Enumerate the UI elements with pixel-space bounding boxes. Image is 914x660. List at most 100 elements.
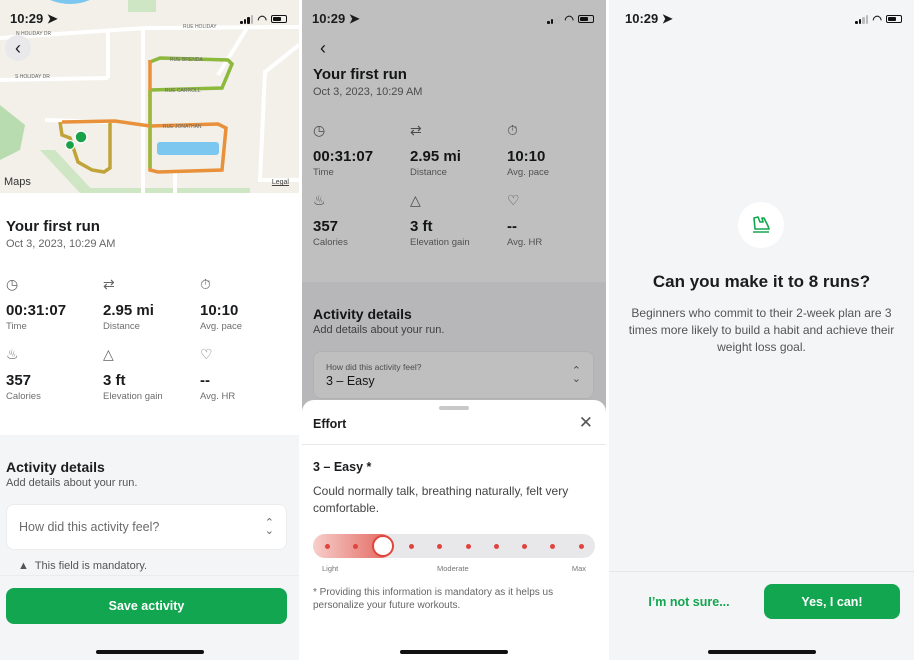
warning-icon: ▲	[18, 560, 29, 572]
mandatory-footnote: * Providing this information is mandator…	[313, 587, 554, 611]
stat-label: Time	[6, 321, 27, 332]
stat-elevation: △ 3 ft Elevation gain	[103, 346, 200, 402]
divider	[302, 444, 606, 445]
status-bar: 10:29 ➤ ◠	[625, 10, 902, 28]
signal-icon	[855, 14, 869, 24]
location-icon: ➤	[661, 11, 673, 26]
legal-link[interactable]: Legal	[272, 179, 289, 186]
battery-icon	[578, 15, 594, 23]
activity-details-subtitle: Add details about your run.	[6, 477, 138, 489]
run-date: Oct 3, 2023, 10:29 AM	[6, 238, 116, 250]
slider-label-high: Max	[571, 564, 586, 573]
slider-label-low: Light	[322, 564, 339, 573]
stat-value: 357	[6, 372, 32, 389]
effort-select[interactable]: How did this activity feel? ⌃ ⌄	[6, 504, 287, 550]
close-icon[interactable]: ✕	[579, 413, 593, 433]
clock-icon: ◷	[6, 276, 19, 292]
stat-value: 3 ft	[103, 372, 126, 389]
effort-level-title: 3 – Easy *	[313, 460, 372, 474]
commitment-heading: Can you make it to 8 runs?	[652, 272, 871, 291]
mountain-icon: △	[103, 346, 114, 362]
slider-label-mid: Moderate	[437, 564, 469, 573]
wifi-icon: ◠	[257, 13, 267, 26]
svg-text:RUE BRENDA: RUE BRENDA	[170, 57, 203, 63]
battery-icon	[886, 15, 902, 23]
commitment-screen: 10:29 ➤ ◠ Can you make it to 8 runs? Beg…	[609, 0, 914, 660]
wifi-icon: ◠	[872, 13, 882, 26]
home-indicator	[95, 650, 204, 654]
stat-value: --	[200, 372, 210, 389]
stat-value: 00:31:07	[6, 302, 67, 319]
stat-value: 10:10	[200, 302, 239, 319]
battery-icon	[271, 15, 287, 23]
slider-step-dot[interactable]	[437, 543, 443, 549]
slider-step-dot[interactable]	[409, 543, 415, 549]
svg-text:S HOLIDAY DR: S HOLIDAY DR	[15, 74, 50, 80]
stat-pace: ⏱ 10:10 Avg. pace	[200, 276, 297, 332]
sheet-title: Effort	[313, 417, 347, 431]
time-text: 10:29	[625, 11, 659, 26]
run-title: Your first run	[6, 218, 100, 235]
maps-label: Maps	[4, 176, 31, 188]
divider	[609, 571, 914, 572]
sheet-grabber[interactable]	[439, 406, 469, 410]
slider-step-dot[interactable]	[550, 543, 556, 549]
svg-text:RUE CARROLL: RUE CARROLL	[165, 88, 201, 94]
yes-i-can-button[interactable]: Yes, I can!	[764, 584, 900, 619]
bottom-bar: Save activity	[0, 575, 299, 660]
status-bar: 10:29 ➤ ◠	[10, 10, 287, 28]
warning-text: This field is mandatory.	[34, 560, 148, 572]
save-activity-screen: N HOLIDAY DR RUE HOLIDAY S HOLIDAY DR RU…	[0, 0, 299, 660]
effort-select-placeholder: How did this activity feel?	[19, 520, 160, 534]
effort-description: Could normally talk, breathing naturally…	[313, 484, 569, 515]
stat-distance: ⇄ 2.95 mi Distance	[103, 276, 200, 332]
signal-icon	[547, 14, 561, 24]
stat-label: Distance	[103, 321, 140, 332]
run-header: Your first run Oct 3, 2023, 10:29 AM	[6, 218, 115, 250]
stat-time: ◷ 00:31:07 Time	[6, 276, 103, 332]
slider-step-dot[interactable]	[578, 543, 584, 549]
route-icon: ⇄	[103, 276, 115, 292]
slider-step-dot[interactable]	[465, 543, 471, 549]
home-indicator	[400, 650, 508, 654]
back-button[interactable]: ‹	[5, 35, 31, 61]
effort-bottom-sheet: Effort ✕ 3 – Easy * Could normally talk,…	[302, 400, 606, 660]
slider-step-dot[interactable]	[324, 543, 330, 549]
signal-icon	[240, 14, 254, 24]
effort-sheet-screen: ‹ 10:29 ➤ ◠ Your first run Oct 3, 2023, …	[302, 0, 606, 660]
not-sure-button[interactable]: I’m not sure...	[615, 584, 763, 620]
slider-step-dot[interactable]	[352, 543, 358, 549]
slider-step-dot[interactable]	[522, 543, 528, 549]
stat-label: Avg. HR	[200, 391, 236, 402]
chevron-up-down-icon: ⌃ ⌄	[264, 517, 274, 537]
time-text: 10:29	[312, 11, 346, 26]
stopwatch-icon: ⏱	[200, 276, 211, 292]
status-time: 10:29 ➤	[10, 11, 58, 27]
stat-label: Calories	[6, 391, 41, 402]
slider-step-dot[interactable]	[493, 543, 499, 549]
stat-heart-rate: ♡ -- Avg. HR	[200, 346, 297, 402]
route-map[interactable]: N HOLIDAY DR RUE HOLIDAY S HOLIDAY DR RU…	[0, 0, 299, 193]
flame-icon: ♨	[6, 346, 19, 362]
stat-calories: ♨ 357 Calories	[6, 346, 103, 402]
activity-details-title: Activity details	[6, 459, 105, 475]
commitment-body: Beginners who commit to their 2-week pla…	[628, 306, 895, 354]
slider-thumb[interactable]	[372, 535, 395, 557]
activity-details-section: Activity details Add details about your …	[0, 435, 299, 660]
effort-slider[interactable]	[313, 534, 595, 558]
home-indicator	[707, 650, 816, 654]
location-icon: ➤	[348, 11, 360, 26]
location-icon: ➤	[46, 11, 58, 26]
stat-value: 2.95 mi	[103, 302, 154, 319]
mandatory-warning: ▲ This field is mandatory.	[18, 560, 147, 572]
chevron-left-icon: ‹	[15, 37, 21, 58]
apple-maps-attribution: Maps	[4, 176, 31, 188]
status-time: 10:29 ➤	[312, 11, 360, 27]
time-text: 10:29	[10, 11, 44, 26]
heart-icon: ♡	[200, 346, 213, 362]
stats-grid: ◷ 00:31:07 Time ⇄ 2.95 mi Distance ⏱ 10:10 Avg…	[6, 276, 297, 402]
save-activity-button[interactable]: Save activity	[6, 588, 287, 624]
stat-label: Elevation gain	[103, 391, 163, 402]
running-shoe-icon	[752, 216, 770, 233]
stat-label: Avg. pace	[200, 321, 243, 332]
